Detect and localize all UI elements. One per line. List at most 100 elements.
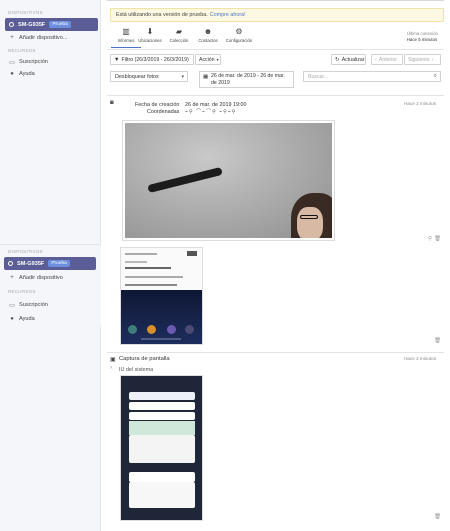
app-icon (128, 325, 137, 334)
app-icon (147, 325, 156, 334)
location-icon[interactable]: ⚲ (428, 236, 432, 242)
sidebar-top: DISPOSITIVOS SM-G935F Prueba + Añadir di… (0, 8, 101, 80)
photo-person-face (297, 207, 323, 238)
coordinates-label: Coordenadas (147, 109, 180, 115)
refresh-button[interactable]: ↻ Actualizar (331, 54, 366, 65)
device-item[interactable]: SM-G935F Prueba (5, 18, 98, 31)
device-name: SM-G935F (17, 260, 45, 267)
help-link[interactable]: ● Ayuda (0, 68, 101, 80)
main-content: Está utilizando una versión de prueba. C… (107, 0, 444, 531)
help-link[interactable]: ● Ayuda (0, 313, 101, 325)
date-range-picker[interactable]: ▦ 26 de mar. de 2019 - 26 de mar. de 201… (199, 71, 294, 88)
help-label: Ayuda (19, 71, 35, 77)
sidebar-bottom: DISPOSITIVOS SM-G935F Prueba + Añadir di… (0, 244, 101, 325)
subscription-link[interactable]: ▭ Suscripción (0, 299, 101, 311)
text-line (125, 267, 171, 269)
next-button[interactable]: Siguiente › (404, 54, 441, 65)
filter-button[interactable]: ▼ Filtro (26/3/2019 - 26/3/2019) (110, 54, 194, 65)
add-device-label: Añadir dispositivo (19, 275, 63, 281)
app-icon (185, 325, 194, 334)
trial-text: Está utilizando una versión de prueba. (116, 12, 208, 18)
chevron-right-icon: › (431, 56, 434, 63)
toolbar: ▥ Informes ⬇ Ubicaciones ▰ Colección ☻ C… (107, 26, 444, 48)
text-line (141, 338, 181, 340)
search-placeholder: Buscar... (308, 73, 329, 80)
text-line (125, 284, 177, 286)
recent-app-card (129, 472, 195, 482)
delete-icon[interactable]: 🗑 (434, 338, 441, 344)
chevron-down-icon: ▾ (181, 73, 184, 80)
tab-label: Contactos (198, 38, 218, 43)
device-name: SM-G935F (18, 21, 46, 28)
next-label: Siguiente (408, 56, 430, 63)
calendar-icon: ▦ (203, 74, 209, 80)
devices-header: DISPOSITIVOS (8, 249, 43, 254)
tab-label: Informes (117, 38, 135, 43)
coordinates-glyphs: ⌁⚲ ⌒⌁⌒⚲ ⌁⚲⌁⚲ (185, 109, 237, 115)
plus-icon: + (10, 275, 14, 281)
tab-contacts[interactable]: ☻ Contactos (193, 26, 223, 48)
photo-image (125, 123, 332, 238)
sidebar: DISPOSITIVOS SM-G935F Prueba + Añadir di… (0, 0, 101, 531)
plus-icon: + (10, 35, 14, 41)
delete-icon[interactable]: 🗑 (434, 514, 441, 520)
chevron-right-icon[interactable]: › (110, 365, 112, 371)
tab-locations[interactable]: ⬇ Ubicaciones (135, 26, 165, 48)
device-dot-icon (9, 22, 14, 27)
add-device-link[interactable]: + Añadir dispositivo... (0, 32, 101, 44)
delete-icon[interactable]: 🗑 (434, 236, 441, 242)
trial-banner: Está utilizando una versión de prueba. C… (110, 8, 444, 22)
filters-row: ▼ Filtro (26/3/2019 - 26/3/2019) Acción … (107, 54, 444, 66)
trial-badge: Prueba (48, 260, 70, 267)
tab-label: Configuración (225, 38, 253, 43)
buy-now-link[interactable]: Compre ahora! (210, 12, 246, 18)
gears-icon: ⚙ (235, 27, 243, 36)
image-icon: ▣ (110, 357, 116, 363)
add-device-link[interactable]: + Añadir dispositivo (0, 272, 101, 284)
card-icon: ▭ (9, 59, 15, 66)
prev-button[interactable]: ‹ Anterior (371, 54, 403, 65)
last-connection: Última conexión Hace 5 minutos (407, 31, 438, 43)
subscription-link[interactable]: ▭ Suscripción (0, 56, 101, 68)
screenshot-thumbnail[interactable] (120, 375, 203, 521)
photo-thumbnail[interactable] (122, 120, 335, 241)
filter-icon: ▼ (114, 56, 120, 63)
recent-app-card (129, 435, 195, 463)
refresh-icon: ↻ (335, 56, 340, 63)
info-icon: ● (10, 71, 14, 77)
device-dot-icon (8, 261, 13, 266)
devices-header: DISPOSITIVOS (8, 10, 43, 15)
resources-header: RECURSOS (8, 48, 36, 53)
add-device-label: Añadir dispositivo... (19, 35, 68, 41)
screenshot-thumbnail[interactable] (120, 247, 203, 345)
trial-badge: Prueba (49, 21, 71, 28)
tab-settings[interactable]: ⚙ Configuración (224, 26, 254, 48)
help-label: Ayuda (19, 316, 35, 322)
search-input[interactable]: Buscar... ⌕ (303, 71, 441, 82)
action-button[interactable]: Acción ▾ (195, 54, 221, 65)
recent-app-card (129, 412, 195, 420)
screenshot-bottom (121, 290, 202, 344)
feed-item-screenshot: ▣ Captura de pantalla Hace 2 minutos › I… (107, 355, 444, 375)
phone-widget (187, 251, 197, 256)
type-select[interactable]: Desbloquear fotos ▾ (110, 71, 188, 82)
recent-app-preview (129, 421, 195, 435)
time-ago: Hace 2 minutos (404, 101, 436, 106)
date-range-value: 26 de mar. de 2019 - 26 de mar. de 2019 (211, 73, 285, 86)
refresh-label: Actualizar (341, 56, 365, 63)
card-icon: ▭ (9, 302, 15, 309)
screenshot-top (121, 248, 202, 290)
divider (107, 95, 444, 96)
tab-label: Colección (169, 38, 189, 43)
type-select-value: Desbloquear fotos (115, 73, 159, 80)
action-label: Acción (199, 56, 215, 63)
subscription-label: Suscripción (19, 59, 48, 65)
text-line (125, 276, 183, 278)
text-line (125, 261, 147, 263)
folder-icon: ▰ (175, 27, 183, 36)
info-icon: ● (10, 316, 14, 322)
recent-app-card (129, 482, 195, 508)
divider (107, 49, 444, 50)
device-item[interactable]: SM-G935F Prueba (4, 257, 96, 270)
tab-collection[interactable]: ▰ Colección (164, 26, 194, 48)
